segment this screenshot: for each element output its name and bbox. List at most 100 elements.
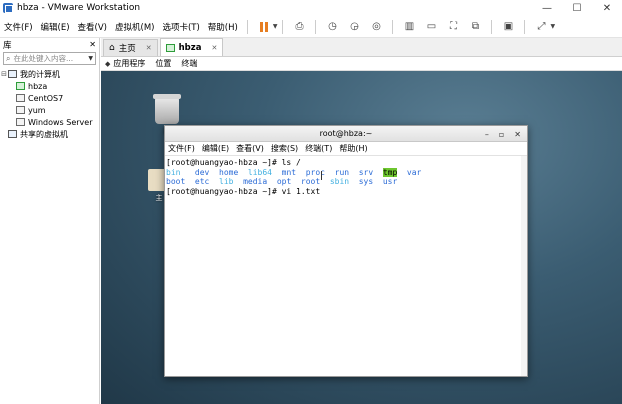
- tree-item-label: 共享的虚拟机: [20, 129, 68, 139]
- tree-item-shared-vms[interactable]: 共享的虚拟机: [0, 128, 99, 140]
- library-pane: 库 ✕ ⌕ 在此处键入内容... ▼ ⊟ 我的计算机 hbza CentOS7 …: [0, 38, 100, 404]
- terminal-line: [root@huangyao-hbza ~]# vi 1.txt: [166, 187, 526, 197]
- tree-item-label: Windows Server: [28, 117, 93, 127]
- text-cursor-icon: [321, 171, 322, 180]
- guest-menu-places[interactable]: 位置: [155, 58, 171, 69]
- tab-home[interactable]: ⌂ 主页 ✕: [103, 39, 158, 56]
- close-icon[interactable]: ✕: [211, 44, 217, 52]
- tree-item-label: CentOS7: [28, 93, 64, 103]
- tree-item-vm[interactable]: Windows Server: [0, 116, 99, 128]
- command-text: ls /: [276, 158, 301, 167]
- minimize-button[interactable]: –: [485, 130, 489, 139]
- suspend-pause-icon[interactable]: [256, 19, 272, 35]
- collapse-icon[interactable]: ⊟: [0, 70, 8, 78]
- library-title: 库: [3, 40, 12, 51]
- tree-item-vm[interactable]: yum: [0, 104, 99, 116]
- title-bar: hbza - VMware Workstation — ☐ ✕: [0, 0, 622, 16]
- minimize-button[interactable]: —: [532, 0, 562, 16]
- tree-item-vm[interactable]: hbza: [0, 80, 99, 92]
- chevron-down-icon[interactable]: ▼: [88, 55, 95, 62]
- ls-entry: lib: [219, 177, 234, 186]
- menu-view[interactable]: 查看(V): [74, 21, 111, 33]
- menu-help[interactable]: 帮助(H): [204, 21, 242, 33]
- tree-item-label: 我的计算机: [20, 69, 60, 79]
- computer-icon: [8, 70, 17, 78]
- snapshot-manager-icon[interactable]: ◎: [368, 19, 384, 35]
- trash-icon: [153, 94, 181, 124]
- guest-menu-terminal[interactable]: 终端: [181, 58, 197, 69]
- tab-strip: ⌂ 主页 ✕ hbza ✕: [101, 38, 622, 57]
- terminal-menu-terminal[interactable]: 终端(T): [305, 143, 332, 154]
- guest-desktop[interactable]: 回 主 root@hbza:~ – ▫ ✕ 文件(F) 编辑(E) 查看(V) …: [101, 71, 622, 404]
- ls-entry: var: [406, 167, 422, 177]
- ls-entry: tmp: [382, 167, 398, 177]
- terminal-line: [root@huangyao-hbza ~]# ls /: [166, 158, 526, 168]
- ls-entry: mnt: [281, 167, 297, 177]
- maximize-button[interactable]: ☐: [562, 0, 592, 16]
- terminal-menu-help[interactable]: 帮助(H): [339, 143, 367, 154]
- ls-entry: bin: [166, 167, 181, 177]
- terminal-menu-edit[interactable]: 编辑(E): [202, 143, 229, 154]
- chevron-down-icon[interactable]: ▼: [550, 23, 555, 30]
- terminal-menu-view[interactable]: 查看(V): [236, 143, 264, 154]
- menu-edit[interactable]: 编辑(E): [37, 21, 74, 33]
- ls-entry: usr: [382, 177, 398, 186]
- thumbnail-bar-icon[interactable]: ▭: [423, 19, 439, 35]
- console-view-icon[interactable]: ▣: [500, 19, 516, 35]
- snapshot-icon[interactable]: ◷: [324, 19, 340, 35]
- chevron-down-icon[interactable]: ▼: [273, 23, 278, 30]
- terminal-title-bar[interactable]: root@hbza:~ – ▫ ✕: [165, 126, 527, 142]
- ls-entry: lib64: [247, 167, 272, 177]
- send-ctrl-alt-del-icon[interactable]: ⎙: [291, 19, 307, 35]
- close-button[interactable]: ✕: [514, 130, 521, 139]
- close-button[interactable]: ✕: [592, 0, 622, 16]
- terminal-output[interactable]: [root@huangyao-hbza ~]# ls / bin dev home…: [165, 156, 527, 198]
- terminal-scrollbar[interactable]: [521, 156, 527, 376]
- stretch-view-icon[interactable]: ⤢: [533, 19, 549, 35]
- close-icon[interactable]: ✕: [89, 40, 96, 49]
- unity-icon[interactable]: ⧉: [467, 19, 483, 35]
- close-icon[interactable]: ✕: [146, 44, 152, 52]
- terminal-line: boot etc lib media opt root sbin sys usr: [166, 177, 526, 187]
- library-search-input[interactable]: ⌕ 在此处键入内容... ▼: [3, 52, 96, 65]
- vm-running-icon: [16, 82, 25, 90]
- tab-hbza[interactable]: hbza ✕: [159, 38, 224, 56]
- terminal-line: bin dev home lib64 mnt proc run srv tmp …: [166, 167, 526, 178]
- toolbar-separator: [282, 19, 284, 34]
- terminal-menu-search[interactable]: 搜索(S): [271, 143, 298, 154]
- vm-icon: [16, 94, 25, 102]
- show-library-icon[interactable]: ▥: [401, 19, 417, 35]
- terminal-menu-bar: 文件(F) 编辑(E) 查看(V) 搜索(S) 终端(T) 帮助(H): [165, 142, 527, 156]
- vm-icon: [16, 106, 25, 114]
- search-placeholder: 在此处键入内容...: [13, 54, 74, 63]
- window-title: hbza - VMware Workstation: [17, 3, 141, 13]
- search-icon: ⌕: [6, 53, 11, 63]
- vmware-app-icon: [3, 3, 13, 13]
- menu-vm[interactable]: 虚拟机(M): [111, 21, 158, 33]
- menu-file[interactable]: 文件(F): [0, 21, 37, 33]
- desktop-icon-label: 主: [155, 194, 163, 202]
- terminal-window-controls: – ▫ ✕: [485, 126, 521, 142]
- terminal-menu-file[interactable]: 文件(F): [168, 143, 195, 154]
- vm-running-icon: [165, 43, 175, 52]
- full-screen-icon[interactable]: ⛶: [445, 19, 461, 35]
- tree-item-my-computer[interactable]: ⊟ 我的计算机: [0, 68, 99, 80]
- ls-entry: etc: [194, 177, 210, 186]
- command-text: vi 1.txt: [276, 186, 321, 196]
- ls-entry: run: [334, 167, 350, 177]
- revert-snapshot-icon[interactable]: ◶: [346, 19, 362, 35]
- applications-icon: ◆: [105, 59, 111, 68]
- ls-entry: root: [300, 177, 321, 186]
- tree-item-label: yum: [28, 105, 46, 115]
- guest-menu-applications[interactable]: 应用程序: [113, 58, 145, 69]
- toolbar-separator: [246, 19, 248, 34]
- terminal-window[interactable]: root@hbza:~ – ▫ ✕ 文件(F) 编辑(E) 查看(V) 搜索(S…: [164, 125, 528, 377]
- ls-entry: boot: [166, 177, 186, 186]
- tree-item-vm[interactable]: CentOS7: [0, 92, 99, 104]
- vm-icon: [16, 118, 25, 126]
- ls-entry: sbin: [329, 177, 350, 186]
- ls-entry: home: [219, 167, 239, 177]
- menu-tabs[interactable]: 选项卡(T): [158, 21, 203, 33]
- toolbar-separator: [491, 19, 493, 34]
- maximize-button[interactable]: ▫: [499, 130, 504, 139]
